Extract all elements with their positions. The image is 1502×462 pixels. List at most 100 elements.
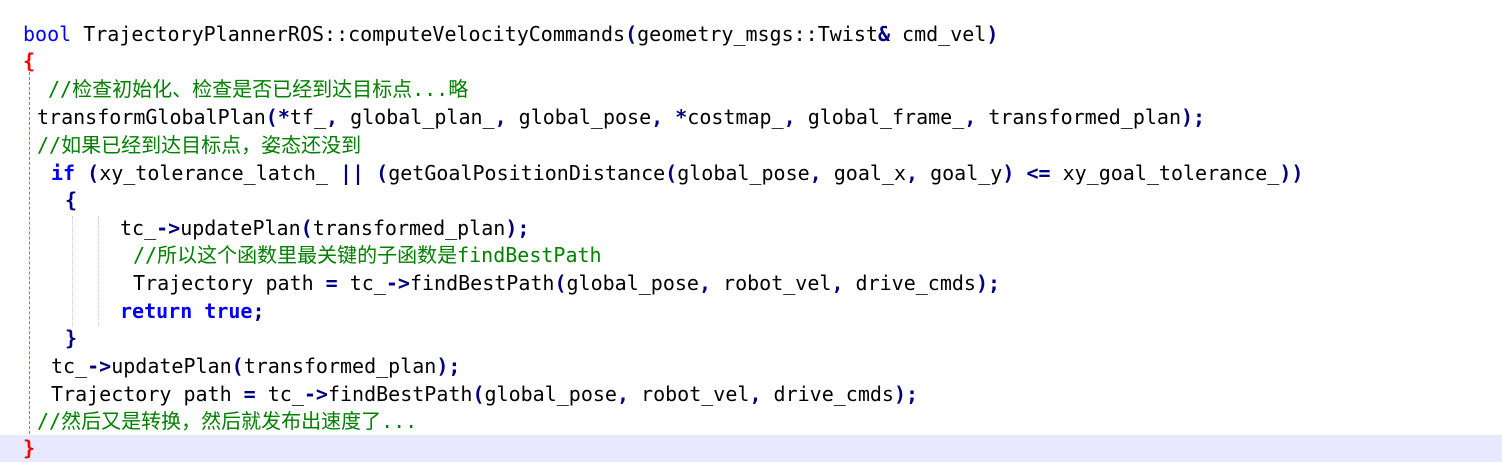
code-token: global_pose bbox=[677, 161, 810, 185]
code-token: bool bbox=[23, 22, 72, 46]
code-token: , bbox=[651, 105, 664, 129]
code-token: * bbox=[675, 105, 688, 129]
code-line[interactable]: return true; bbox=[0, 298, 1502, 325]
code-token: , bbox=[326, 105, 339, 129]
code-line[interactable]: tc_->updatePlan(transformed_plan); bbox=[0, 215, 1502, 242]
code-token: { bbox=[65, 188, 78, 212]
code-line[interactable]: //检查初始化、检查是否已经到达目标点...略 bbox=[0, 76, 1502, 103]
code-line[interactable]: if (xy_tolerance_latch_ || (getGoalPosit… bbox=[0, 160, 1502, 187]
code-token: <= bbox=[1026, 161, 1051, 185]
code-line-text: //检查初始化、检查是否已经到达目标点...略 bbox=[48, 76, 468, 103]
code-line-text: if (xy_tolerance_latch_ || (getGoalPosit… bbox=[51, 160, 1303, 187]
code-token: , bbox=[749, 382, 762, 406]
code-line[interactable]: tc_->updatePlan(transformed_plan); bbox=[0, 353, 1502, 380]
code-line-text: Trajectory path = tc_->findBestPath(glob… bbox=[133, 270, 1000, 297]
code-token: findBestPath bbox=[409, 271, 555, 295]
code-token: , bbox=[616, 382, 630, 406]
code-token: ( bbox=[376, 161, 389, 185]
code-line[interactable]: Trajectory path = tc_->findBestPath(glob… bbox=[0, 381, 1502, 408]
code-token: xy_goal_tolerance_ bbox=[1050, 161, 1280, 185]
code-token: tc_ bbox=[255, 382, 304, 406]
code-line[interactable]: //然后又是转换，然后就发布出速度了... bbox=[0, 408, 1502, 435]
code-token: global_pose bbox=[506, 105, 652, 129]
code-line[interactable]: Trajectory path = tc_->findBestPath(glob… bbox=[0, 270, 1502, 297]
code-token: robot_vel bbox=[711, 271, 832, 295]
code-line[interactable]: } bbox=[0, 325, 1502, 352]
code-token: , bbox=[831, 271, 844, 295]
code-token: , bbox=[698, 271, 712, 295]
code-token: if bbox=[51, 161, 76, 185]
code-token: getGoalPositionDistance bbox=[388, 161, 666, 185]
code-token: global_frame_ bbox=[795, 105, 965, 129]
code-line-current[interactable]: } bbox=[0, 435, 1502, 462]
code-token: & bbox=[877, 22, 890, 46]
code-token: , bbox=[494, 105, 507, 129]
code-token: findBestPath bbox=[327, 382, 473, 406]
code-token: ( bbox=[625, 22, 638, 46]
code-token: , bbox=[964, 105, 977, 129]
code-line-text: { bbox=[65, 187, 77, 214]
code-line[interactable]: //所以这个函数里最关键的子函数是findBestPath bbox=[0, 242, 1502, 269]
code-token: = bbox=[325, 271, 338, 295]
code-token: ) bbox=[986, 22, 999, 46]
code-token: //如果已经到达目标点，姿态还没到 bbox=[37, 133, 362, 157]
code-line-text: Trajectory path = tc_->findBestPath(glob… bbox=[51, 381, 918, 408]
code-token: -> bbox=[385, 271, 410, 295]
code-token: , bbox=[783, 105, 796, 129]
code-token: return bbox=[120, 299, 193, 323]
code-token: -> bbox=[156, 216, 181, 240]
code-line[interactable]: bool TrajectoryPlannerROS::computeVeloci… bbox=[0, 21, 1502, 48]
code-token: //然后又是转换，然后就发布出速度了... bbox=[37, 409, 418, 433]
code-token: , bbox=[809, 161, 822, 185]
code-line-text: //所以这个函数里最关键的子函数是findBestPath bbox=[133, 242, 602, 269]
code-token: } bbox=[65, 326, 78, 350]
code-token: { bbox=[23, 49, 36, 73]
code-line-text: { bbox=[23, 48, 35, 75]
code-editor[interactable]: bool TrajectoryPlannerROS::computeVeloci… bbox=[0, 0, 1502, 462]
code-token: ); bbox=[436, 354, 461, 378]
code-token: costmap_ bbox=[687, 105, 784, 129]
code-token: ( bbox=[472, 382, 485, 406]
code-token: ) bbox=[1002, 161, 1015, 185]
code-token: || bbox=[340, 161, 365, 185]
code-line-text: //如果已经到达目标点，姿态还没到 bbox=[37, 132, 361, 159]
code-token: drive_cmds bbox=[761, 382, 894, 406]
code-token: -> bbox=[87, 354, 112, 378]
code-token: ); bbox=[975, 271, 1001, 295]
code-token: ); bbox=[893, 382, 919, 406]
code-line[interactable]: { bbox=[0, 48, 1502, 75]
code-token: ( bbox=[87, 161, 100, 185]
code-token: cmd_vel bbox=[889, 22, 987, 46]
code-token: } bbox=[23, 436, 36, 460]
code-token: ; bbox=[252, 299, 265, 323]
code-token: updatePlan bbox=[111, 354, 232, 378]
code-token: updatePlan bbox=[180, 216, 301, 240]
code-line-text: bool TrajectoryPlannerROS::computeVeloci… bbox=[23, 21, 998, 48]
code-token: robot_vel bbox=[629, 382, 750, 406]
code-line-text: } bbox=[23, 435, 35, 462]
code-token: global_pose bbox=[566, 271, 699, 295]
code-token: )) bbox=[1279, 161, 1304, 185]
code-line-text: //然后又是转换，然后就发布出速度了... bbox=[37, 408, 417, 435]
code-line-text: tc_->updatePlan(transformed_plan); bbox=[51, 353, 460, 380]
code-token: goal_y bbox=[918, 161, 1003, 185]
code-line[interactable]: transformGlobalPlan(*tf_, global_plan_, … bbox=[0, 104, 1502, 131]
code-line[interactable]: { bbox=[0, 187, 1502, 214]
code-token: transformed_plan bbox=[243, 354, 437, 378]
code-token: Trajectory path bbox=[51, 382, 244, 406]
code-token: , bbox=[906, 161, 919, 185]
code-token: global_pose bbox=[484, 382, 617, 406]
code-token: tc_ bbox=[51, 354, 88, 378]
code-line[interactable]: //如果已经到达目标点，姿态还没到 bbox=[0, 132, 1502, 159]
code-token: -> bbox=[303, 382, 328, 406]
code-token: ( bbox=[300, 216, 313, 240]
code-token: ); bbox=[1180, 105, 1206, 129]
code-token: true bbox=[204, 299, 253, 323]
code-line-text: } bbox=[65, 325, 77, 352]
code-token: global_plan_ bbox=[338, 105, 495, 129]
